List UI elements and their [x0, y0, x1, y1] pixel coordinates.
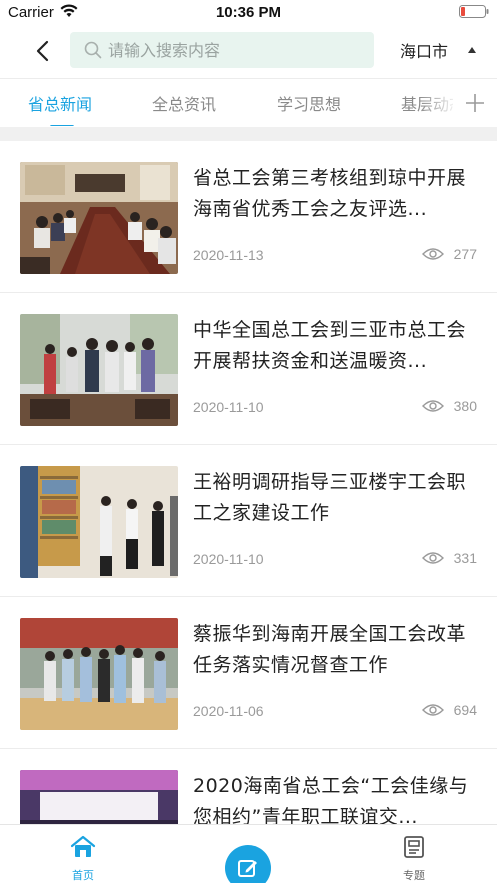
news-views: 331	[421, 550, 477, 566]
news-item[interactable]: 省总工会第三考核组到琼中开展海南省优秀工会之友评选... 2020-11-13 …	[0, 141, 497, 293]
news-title: 2020海南省总工会“工会佳缘与您相约”青年职工联谊交...	[193, 775, 469, 824]
battery-low-icon	[459, 5, 489, 18]
news-thumbnail	[20, 162, 178, 274]
news-item[interactable]: 蔡振华到海南开展全国工会改革任务落实情况督查工作 2020-11-06 694	[0, 597, 497, 749]
news-date: 2020-11-06	[193, 703, 264, 719]
news-thumbnail	[20, 314, 178, 426]
eye-icon	[421, 400, 444, 412]
eye-icon	[421, 704, 444, 716]
view-count: 277	[453, 246, 477, 262]
city-label: 海口市	[400, 42, 449, 61]
clock: 10:36 PM	[215, 4, 282, 21]
news-title: 王裕明调研指导三亚楼宇工会职工之家建设工作	[193, 471, 467, 524]
compose-button[interactable]	[225, 845, 271, 883]
nav-home-label: 首页	[72, 869, 94, 882]
tab-study-thought[interactable]: 学习思想	[277, 91, 341, 115]
news-title: 蔡振华到海南开展全国工会改革任务落实情况督查工作	[193, 623, 467, 676]
search-input[interactable]	[108, 40, 358, 60]
header: 海口市	[0, 26, 497, 76]
news-item[interactable]: 王裕明调研指导三亚楼宇工会职工之家建设工作 2020-11-10 331	[0, 445, 497, 597]
nav-topic[interactable]: 专题	[384, 835, 444, 883]
news-list: 省总工会第三考核组到琼中开展海南省优秀工会之友评选... 2020-11-13 …	[0, 141, 497, 824]
nav-topic-label: 专题	[403, 869, 425, 882]
news-views: 380	[421, 398, 477, 414]
chevron-left-icon	[36, 40, 49, 62]
news-thumbnail	[20, 466, 178, 578]
news-title: 中华全国总工会到三亚市总工会开展帮扶资金和送温暖资...	[193, 319, 467, 372]
plus-icon	[466, 94, 484, 112]
active-tab-indicator	[50, 125, 74, 126]
news-date: 2020-11-13	[193, 247, 264, 263]
search-box[interactable]	[70, 32, 374, 68]
city-selector[interactable]: 海口市	[400, 38, 477, 62]
caret-up-icon	[468, 47, 477, 53]
view-count: 331	[453, 550, 477, 566]
bottom-navigation: 首页 专题	[0, 824, 497, 883]
view-count: 380	[453, 398, 477, 414]
tab-provincial-news[interactable]: 省总新闻	[28, 91, 92, 115]
news-date: 2020-11-10	[193, 551, 264, 567]
nav-home[interactable]: 首页	[53, 835, 113, 883]
news-thumbnail	[20, 618, 178, 730]
status-bar: Carrier 10:36 PM	[0, 0, 497, 26]
edit-icon	[238, 860, 257, 877]
back-button[interactable]	[28, 36, 56, 66]
news-item[interactable]: 中华全国总工会到三亚市总工会开展帮扶资金和送温暖资... 2020-11-10 …	[0, 293, 497, 445]
eye-icon	[421, 248, 444, 260]
section-divider	[0, 127, 497, 141]
tab-national-news[interactable]: 全总资讯	[152, 91, 216, 115]
eye-icon	[421, 552, 444, 564]
news-views: 277	[421, 246, 477, 262]
news-item[interactable]: 2020海南省总工会“工会佳缘与您相约”青年职工联谊交...	[0, 749, 497, 824]
category-tabs: 省总新闻 全总资讯 学习思想 基层动态	[0, 78, 497, 126]
news-views: 694	[421, 702, 477, 718]
home-icon	[70, 835, 96, 857]
document-icon	[404, 836, 424, 858]
add-tab-button[interactable]	[453, 79, 497, 126]
news-date: 2020-11-10	[193, 399, 264, 415]
news-thumbnail	[20, 770, 178, 824]
search-icon	[84, 41, 102, 59]
news-title: 省总工会第三考核组到琼中开展海南省优秀工会之友评选...	[193, 167, 467, 220]
view-count: 694	[453, 702, 477, 718]
